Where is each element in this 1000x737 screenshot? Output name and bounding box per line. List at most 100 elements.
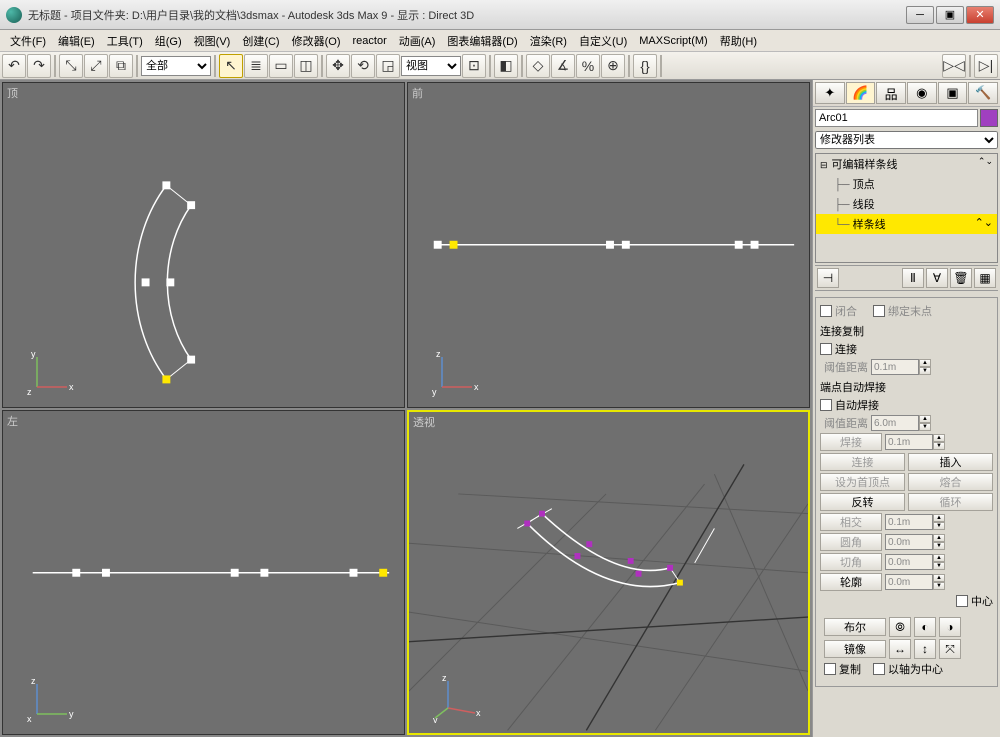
menu-render[interactable]: 渲染(R) [524, 31, 573, 51]
utilities-panel-tab[interactable]: 🔨 [968, 82, 998, 104]
weld-button[interactable]: 焊接 [820, 433, 882, 451]
mirror-both-icon[interactable]: ⤧ [939, 639, 961, 659]
outline-button[interactable]: 轮廓 [820, 573, 882, 591]
selection-scope-select[interactable]: 全部 [141, 56, 211, 76]
menu-customize[interactable]: 自定义(U) [573, 31, 633, 51]
remove-modifier-button[interactable]: 🗑 [950, 268, 972, 288]
menu-edit[interactable]: 编辑(E) [52, 31, 101, 51]
pivot-button[interactable]: ⊡ [462, 54, 486, 78]
coord-system-select[interactable]: 视图 [401, 56, 461, 76]
manipulate-button[interactable]: ◧ [494, 54, 518, 78]
make-unique-button[interactable]: ∀ [926, 268, 948, 288]
maximize-button[interactable]: ▣ [936, 6, 964, 24]
menu-reactor[interactable]: reactor [347, 33, 393, 49]
chamfer-value[interactable] [885, 554, 933, 570]
link-button[interactable]: ⤡ [59, 54, 83, 78]
mirror-spline-button[interactable]: 镜像 [824, 640, 886, 658]
menu-group[interactable]: 组(G) [149, 31, 188, 51]
mirror-h-icon[interactable]: ↔ [889, 639, 911, 659]
cross-value[interactable] [885, 514, 933, 530]
object-name-input[interactable] [815, 109, 978, 127]
boolean-intersect-icon[interactable]: ◑ [939, 617, 961, 637]
object-color-swatch[interactable] [980, 109, 998, 127]
percent-snap-toggle[interactable]: % [576, 54, 600, 78]
outline-value[interactable] [885, 574, 933, 590]
pin-stack-button[interactable]: ⊣ [817, 268, 839, 288]
snap-toggle[interactable]: ◇ [526, 54, 550, 78]
weld-value[interactable] [885, 434, 933, 450]
fillet-button[interactable]: 圆角 [820, 533, 882, 551]
menu-modifiers[interactable]: 修改器(O) [286, 31, 347, 51]
hierarchy-panel-tab[interactable]: 品 [876, 82, 906, 104]
fillet-value[interactable] [885, 534, 933, 550]
rotate-tool[interactable]: ⟲ [351, 54, 375, 78]
boolean-subtract-icon[interactable]: ◐ [914, 617, 936, 637]
window-crossing-button[interactable]: ◫ [294, 54, 318, 78]
boolean-button[interactable]: 布尔 [824, 618, 886, 636]
threshold-up[interactable]: ▲ [919, 359, 931, 367]
select-by-name-button[interactable]: ≣ [244, 54, 268, 78]
stack-vertex[interactable]: ├─ 顶点 [816, 174, 997, 194]
display-panel-tab[interactable]: ▣ [938, 82, 968, 104]
viewport-front[interactable]: 前 z x y [407, 82, 810, 408]
modify-panel-tab[interactable]: 🌈 [846, 82, 876, 104]
make-first-button[interactable]: 设为首顶点 [820, 473, 905, 491]
create-panel-tab[interactable]: ✦ [815, 82, 845, 104]
select-tool[interactable]: ↖ [219, 54, 243, 78]
minimize-button[interactable]: ─ [906, 6, 934, 24]
threshold-input[interactable] [871, 359, 919, 375]
menu-tools[interactable]: 工具(T) [101, 31, 149, 51]
region-rect-button[interactable]: ▭ [269, 54, 293, 78]
undo-button[interactable]: ↶ [2, 54, 26, 78]
boolean-union-icon[interactable]: ⦾ [889, 617, 911, 637]
menu-create[interactable]: 创建(C) [236, 31, 285, 51]
spinner-snap-toggle[interactable]: ⊕ [601, 54, 625, 78]
stack-editable-spline[interactable]: 可编辑样条线 [816, 154, 997, 174]
close-button[interactable]: ✕ [966, 6, 994, 24]
attach-button[interactable]: 连接 [820, 453, 905, 471]
menu-grapheditors[interactable]: 图表编辑器(D) [441, 31, 523, 51]
chamfer-button[interactable]: 切角 [820, 553, 882, 571]
mirror-v-icon[interactable]: ↕ [914, 639, 936, 659]
axis-center-checkbox[interactable] [873, 663, 885, 675]
scale-tool[interactable]: ◲ [376, 54, 400, 78]
viewport-perspective[interactable]: 透视 [407, 410, 810, 736]
bind-button[interactable]: ⧉ [109, 54, 133, 78]
stack-spline[interactable]: └─ 样条线⌃⌄ [816, 214, 997, 234]
viewport-left[interactable]: 左 z y x [2, 410, 405, 736]
closed-checkbox[interactable] [820, 305, 832, 317]
modifier-list-select[interactable]: 修改器列表 [815, 131, 998, 149]
motion-panel-tab[interactable]: ◉ [907, 82, 937, 104]
unlink-button[interactable]: ⤢ [84, 54, 108, 78]
menu-file[interactable]: 文件(F) [4, 31, 52, 51]
modifier-stack[interactable]: 可编辑样条线 ├─ 顶点 ├─ 线段 └─ 样条线⌃⌄ [815, 153, 998, 263]
autoweld-threshold-input[interactable] [871, 415, 919, 431]
fuse-button[interactable]: 熔合 [908, 473, 993, 491]
mirror-copy-checkbox[interactable] [824, 663, 836, 675]
reverse-button[interactable]: 反转 [820, 493, 905, 511]
menu-maxscript[interactable]: MAXScript(M) [633, 33, 713, 49]
viewport-top[interactable]: 顶 y x z [2, 82, 405, 408]
autoweld-checkbox[interactable] [820, 399, 832, 411]
menu-help[interactable]: 帮助(H) [714, 31, 763, 51]
center-checkbox[interactable] [956, 595, 968, 607]
menu-animation[interactable]: 动画(A) [393, 31, 442, 51]
align-button[interactable]: ▷| [974, 54, 998, 78]
mirror-button[interactable]: ▷◁ [942, 54, 966, 78]
cycle-button[interactable]: 循环 [908, 493, 993, 511]
cross-button[interactable]: 相交 [820, 513, 882, 531]
move-tool[interactable]: ✥ [326, 54, 350, 78]
connect-checkbox[interactable] [820, 343, 832, 355]
insert-button[interactable]: 插入 [908, 453, 993, 471]
stack-segment[interactable]: ├─ 线段 [816, 194, 997, 214]
svg-text:y: y [69, 709, 74, 719]
bind-end-checkbox[interactable] [873, 305, 885, 317]
configure-sets-button[interactable]: ▦ [974, 268, 996, 288]
show-end-result-button[interactable]: Ⅱ [902, 268, 924, 288]
threshold-down[interactable]: ▼ [919, 367, 931, 375]
named-selection-button[interactable]: {} [633, 54, 657, 78]
angle-snap-toggle[interactable]: ∡ [551, 54, 575, 78]
main-toolbar: ↶ ↷ ⤡ ⤢ ⧉ 全部 ↖ ≣ ▭ ◫ ✥ ⟲ ◲ 视图 ⊡ ◧ ◇ ∡ % … [0, 52, 1000, 80]
menu-view[interactable]: 视图(V) [188, 31, 237, 51]
redo-button[interactable]: ↷ [27, 54, 51, 78]
